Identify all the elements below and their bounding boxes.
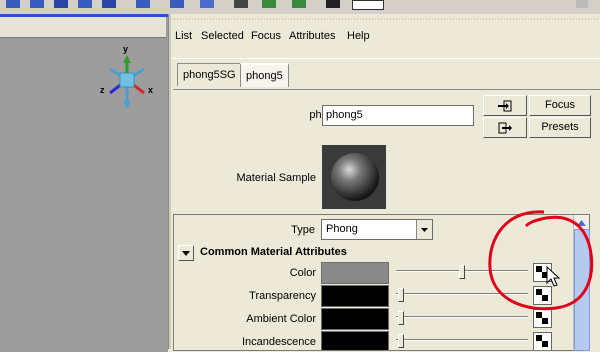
- toolbar-icon[interactable]: [136, 0, 150, 8]
- node-name-field[interactable]: phong5: [322, 105, 474, 126]
- menu-selected[interactable]: Selected: [201, 30, 244, 42]
- color-swatch[interactable]: [321, 262, 389, 284]
- transparency-slider-thumb[interactable]: [398, 288, 404, 302]
- focus-button[interactable]: Focus: [529, 95, 591, 116]
- toolbar-icon[interactable]: [54, 0, 68, 8]
- input-connections-button[interactable]: [483, 95, 527, 116]
- incandescence-swatch[interactable]: [321, 331, 389, 350]
- menu-help[interactable]: Help: [347, 30, 370, 42]
- main-toolbar: [0, 0, 600, 14]
- tab-divider: [173, 89, 600, 90]
- menu-attributes[interactable]: Attributes: [289, 30, 335, 42]
- presets-button[interactable]: Presets: [529, 117, 591, 138]
- ambient-color-slider-thumb[interactable]: [398, 311, 404, 325]
- toolbar-icon[interactable]: [326, 0, 340, 8]
- checker-icon: [536, 335, 548, 347]
- tab-phong5[interactable]: phong5: [240, 63, 289, 87]
- type-dropdown[interactable]: Phong: [321, 219, 433, 240]
- menu-focus[interactable]: Focus: [251, 30, 281, 42]
- toolbar-icon[interactable]: [78, 0, 92, 8]
- menu-list[interactable]: List: [175, 30, 192, 42]
- toolbar-icon[interactable]: [200, 0, 214, 8]
- toolbar-icon[interactable]: [262, 0, 276, 8]
- material-sample-swatch[interactable]: [322, 145, 386, 209]
- toolbar-icon[interactable]: [102, 0, 116, 8]
- mouse-cursor-icon: [546, 266, 561, 287]
- menu-bar: List Selected Focus Attributes Help: [171, 26, 600, 46]
- chevron-down-icon: [416, 220, 432, 239]
- axis-label-z: z: [100, 85, 105, 95]
- ambient-color-slider[interactable]: [396, 316, 528, 318]
- toolbar-icon[interactable]: [352, 0, 384, 10]
- view-cube-axis-icon[interactable]: y z x: [96, 43, 158, 115]
- type-dropdown-value: Phong: [326, 223, 358, 235]
- annotation-circle: [488, 210, 594, 311]
- axis-label-y: y: [123, 44, 128, 54]
- axis-label-x: x: [148, 85, 153, 95]
- collapse-arrow-icon: [178, 245, 194, 261]
- output-connections-button[interactable]: [483, 117, 527, 138]
- color-slider-thumb[interactable]: [459, 265, 465, 279]
- input-arrow-icon: [498, 100, 512, 112]
- incandescence-slider[interactable]: [396, 339, 528, 341]
- section-title: Common Material Attributes: [200, 246, 347, 258]
- tab-phong5sg[interactable]: phong5SG: [177, 63, 242, 86]
- attr-label-incandescence: Incandescence: [242, 336, 316, 348]
- toolbar-icon[interactable]: [292, 0, 306, 8]
- node-tab-bar: phong5SG phong5: [173, 58, 600, 97]
- toolbar-icon[interactable]: [30, 0, 44, 8]
- viewport-panel[interactable]: y z x: [0, 14, 168, 352]
- attr-label-color: Color: [289, 267, 316, 279]
- material-sample-label: Material Sample: [236, 172, 316, 184]
- panel-grip[interactable]: [171, 14, 600, 24]
- toolbar-icon[interactable]: [576, 0, 588, 8]
- type-label: Type: [291, 224, 315, 236]
- shaded-sphere-icon: [331, 153, 379, 201]
- incandescence-slider-thumb[interactable]: [398, 334, 404, 348]
- viewport-menu-bar: [0, 17, 166, 38]
- ambient-color-swatch[interactable]: [321, 308, 389, 330]
- attr-label-transparency: Transparency: [249, 290, 316, 302]
- transparency-swatch[interactable]: [321, 285, 389, 307]
- toolbar-icon[interactable]: [6, 0, 20, 8]
- toolbar-icon[interactable]: [234, 0, 248, 8]
- output-arrow-icon: [498, 122, 512, 134]
- incandescence-map-button[interactable]: [533, 332, 552, 350]
- toolbar-icon[interactable]: [170, 0, 184, 8]
- attr-label-ambient-color: Ambient Color: [246, 313, 316, 325]
